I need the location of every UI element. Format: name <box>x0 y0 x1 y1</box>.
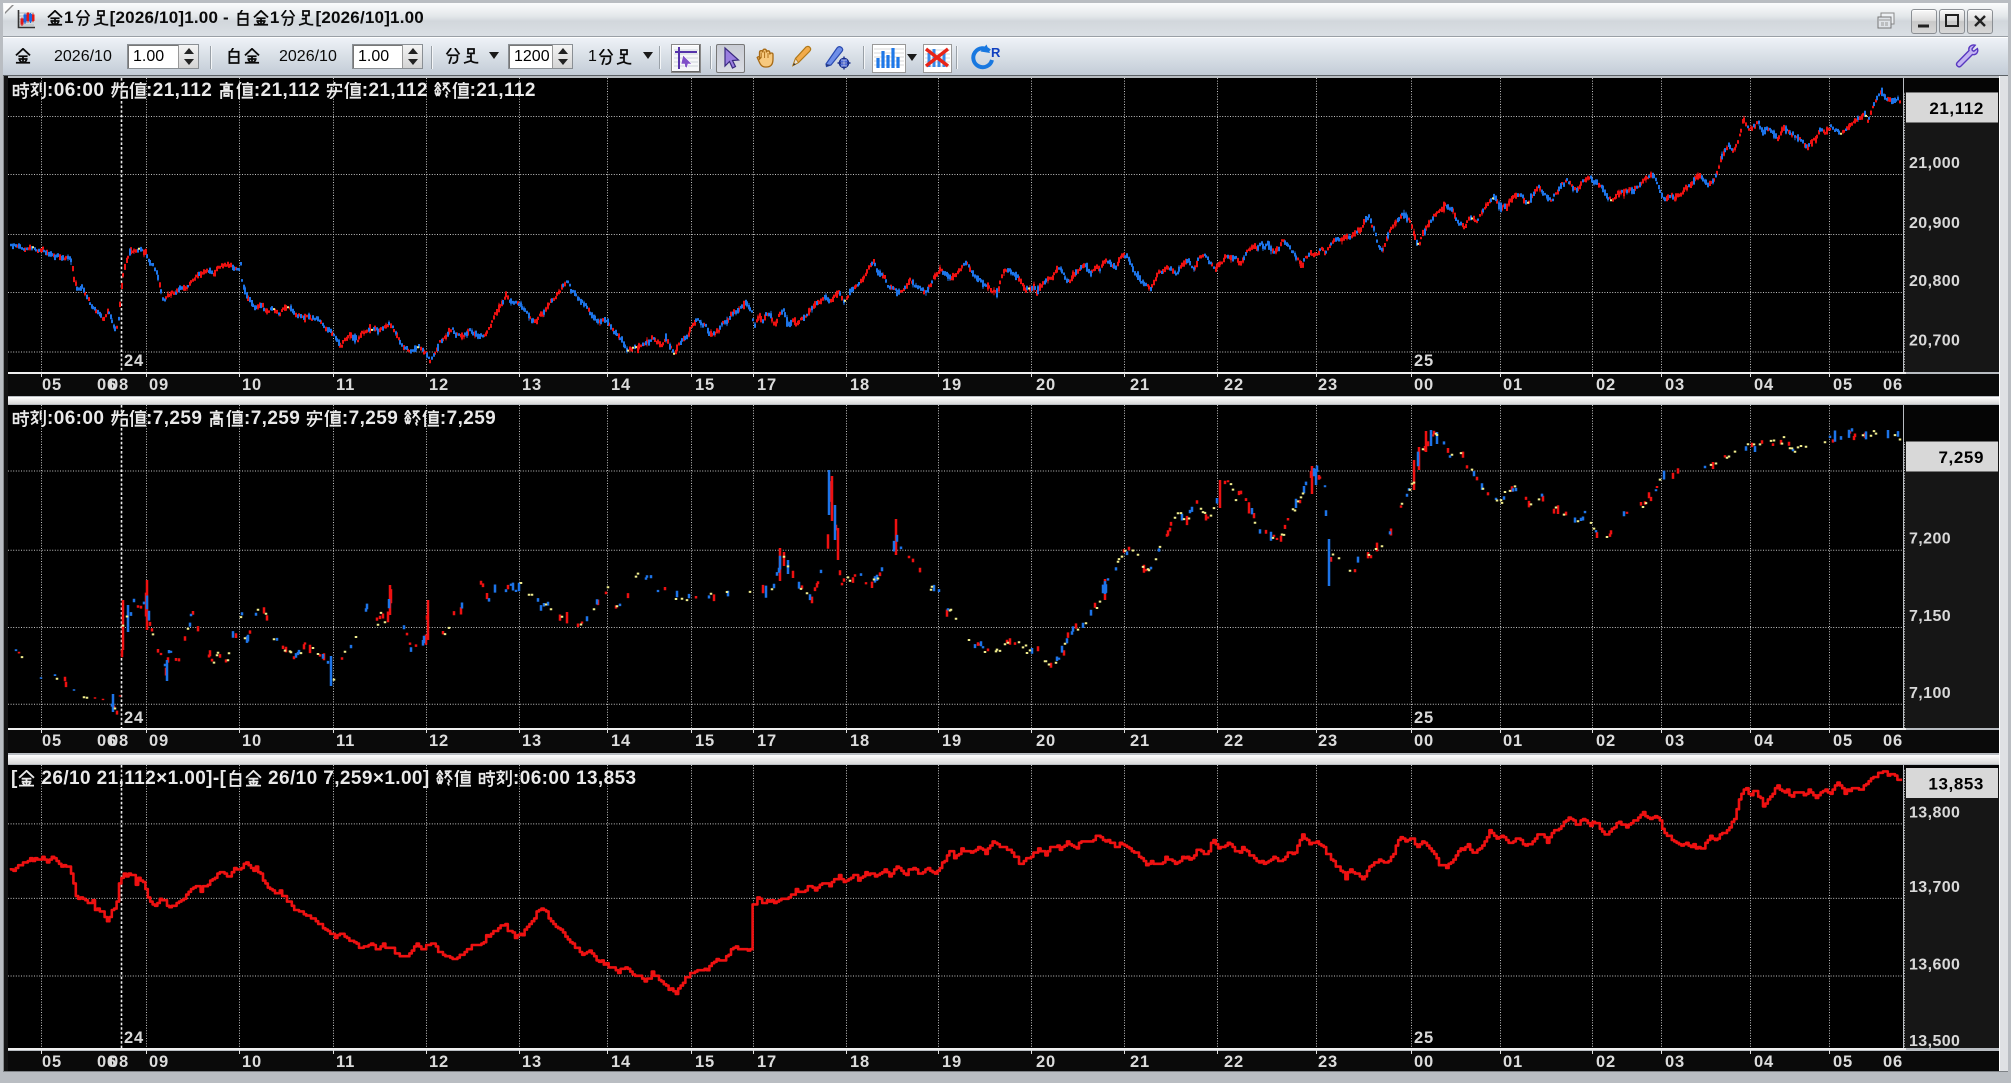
svg-text:11: 11 <box>336 732 355 750</box>
svg-text:00: 00 <box>1414 732 1434 750</box>
svg-text:14: 14 <box>611 732 631 750</box>
svg-text:23: 23 <box>1318 1053 1338 1071</box>
svg-text:25: 25 <box>1414 1029 1434 1047</box>
svg-text:10: 10 <box>242 1053 262 1071</box>
svg-text:11: 11 <box>336 376 355 394</box>
svg-text:05: 05 <box>1833 376 1853 394</box>
svg-text:10: 10 <box>242 732 262 750</box>
svg-text:7,100: 7,100 <box>1909 685 1951 702</box>
svg-text:10: 10 <box>242 376 262 394</box>
svg-text:17: 17 <box>757 732 777 750</box>
svg-text:19: 19 <box>942 732 962 750</box>
svg-text:05: 05 <box>1833 1053 1853 1071</box>
svg-text:03: 03 <box>1665 1053 1685 1071</box>
svg-text:13: 13 <box>522 732 542 750</box>
svg-text:12: 12 <box>429 732 449 750</box>
svg-text:18: 18 <box>850 376 870 394</box>
svg-text:23: 23 <box>1318 732 1338 750</box>
svg-text:13: 13 <box>522 376 542 394</box>
svg-text:25: 25 <box>1414 352 1434 370</box>
svg-text:7,259: 7,259 <box>1938 448 1984 467</box>
svg-text:15: 15 <box>695 376 715 394</box>
svg-text:24: 24 <box>124 709 144 727</box>
svg-text:20,900: 20,900 <box>1909 215 1960 232</box>
svg-text:22: 22 <box>1224 1053 1244 1071</box>
svg-text:06: 06 <box>1883 1053 1903 1071</box>
svg-text:09: 09 <box>149 732 169 750</box>
svg-text:06: 06 <box>1883 376 1903 394</box>
svg-text:01: 01 <box>1503 732 1523 750</box>
svg-text:04: 04 <box>1754 732 1774 750</box>
svg-text:22: 22 <box>1224 376 1244 394</box>
svg-text:19: 19 <box>942 376 962 394</box>
svg-text:09: 09 <box>149 376 169 394</box>
svg-text:14: 14 <box>611 376 631 394</box>
svg-text:15: 15 <box>695 732 715 750</box>
svg-text:18: 18 <box>850 732 870 750</box>
svg-text:20: 20 <box>1036 1053 1056 1071</box>
svg-text:03: 03 <box>1665 376 1685 394</box>
svg-text:01: 01 <box>1503 376 1523 394</box>
svg-text:13,853: 13,853 <box>1928 775 1984 794</box>
svg-text:11: 11 <box>336 1053 355 1071</box>
svg-text:13: 13 <box>522 1053 542 1071</box>
svg-text:05: 05 <box>42 1053 62 1071</box>
svg-text:20,800: 20,800 <box>1909 273 1960 290</box>
svg-text:12: 12 <box>429 1053 449 1071</box>
svg-text:03: 03 <box>1665 732 1685 750</box>
svg-text:08: 08 <box>109 1053 129 1071</box>
svg-text:19: 19 <box>942 1053 962 1071</box>
svg-text:02: 02 <box>1596 376 1616 394</box>
svg-text:20: 20 <box>1036 376 1056 394</box>
svg-text:20,700: 20,700 <box>1909 333 1960 350</box>
svg-text:02: 02 <box>1596 732 1616 750</box>
svg-text:04: 04 <box>1754 1053 1774 1071</box>
svg-text:15: 15 <box>695 1053 715 1071</box>
svg-text:17: 17 <box>757 1053 777 1071</box>
svg-text:05: 05 <box>1833 732 1853 750</box>
svg-text:24: 24 <box>124 352 144 370</box>
svg-text:13,800: 13,800 <box>1909 804 1960 821</box>
svg-text:02: 02 <box>1596 1053 1616 1071</box>
svg-text:21: 21 <box>1130 732 1150 750</box>
svg-text:01: 01 <box>1503 1053 1523 1071</box>
svg-text:24: 24 <box>124 1029 144 1047</box>
svg-text:17: 17 <box>757 376 777 394</box>
svg-text:21,000: 21,000 <box>1909 155 1960 172</box>
svg-text:21: 21 <box>1130 376 1150 394</box>
svg-text:05: 05 <box>42 376 62 394</box>
svg-text:05: 05 <box>42 732 62 750</box>
svg-text:20: 20 <box>1036 732 1056 750</box>
svg-text:00: 00 <box>1414 376 1434 394</box>
svg-text:00: 00 <box>1414 1053 1434 1071</box>
svg-text:14: 14 <box>611 1053 631 1071</box>
svg-text:23: 23 <box>1318 376 1338 394</box>
svg-text:25: 25 <box>1414 709 1434 727</box>
svg-text:04: 04 <box>1754 376 1774 394</box>
svg-text:12: 12 <box>429 376 449 394</box>
svg-text:13,500: 13,500 <box>1909 1033 1960 1050</box>
svg-text:08: 08 <box>109 376 129 394</box>
svg-text:13,700: 13,700 <box>1909 879 1960 896</box>
svg-text:08: 08 <box>109 732 129 750</box>
svg-text:13,600: 13,600 <box>1909 957 1960 974</box>
svg-text:18: 18 <box>850 1053 870 1071</box>
svg-text:22: 22 <box>1224 732 1244 750</box>
svg-text:7,150: 7,150 <box>1909 608 1951 625</box>
svg-text:09: 09 <box>149 1053 169 1071</box>
svg-text:06: 06 <box>1883 732 1903 750</box>
svg-text:21,112: 21,112 <box>1929 99 1984 118</box>
svg-text:7,200: 7,200 <box>1909 531 1951 548</box>
svg-text:21: 21 <box>1130 1053 1150 1071</box>
